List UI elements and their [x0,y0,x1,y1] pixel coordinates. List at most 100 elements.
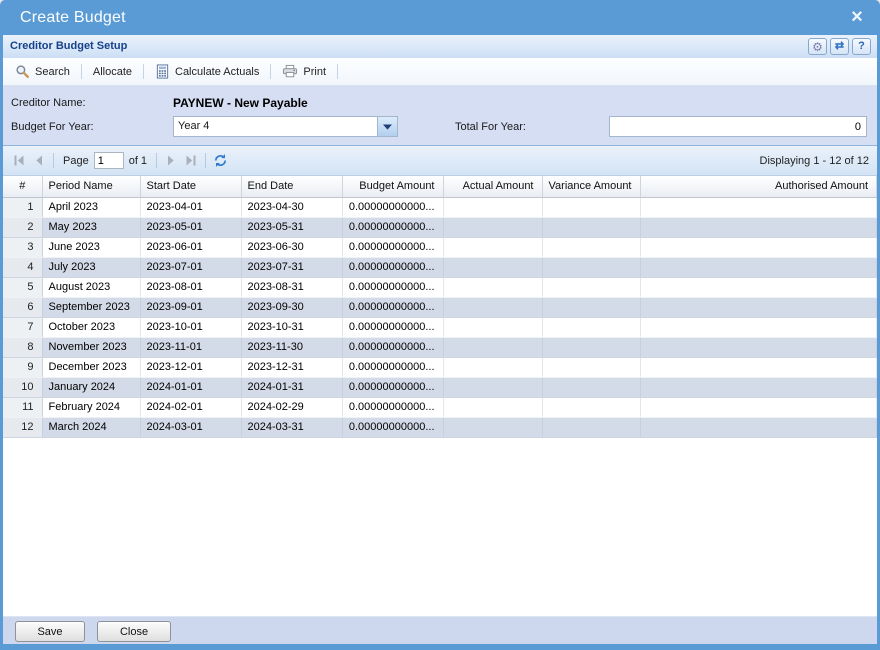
cell-actual-amount [443,237,542,257]
cell-budget-amount: 0.00000000000... [342,417,443,437]
column-header-period-name[interactable]: Period Name [42,176,140,197]
calculator-icon [155,64,170,79]
cell-period-name: June 2023 [42,237,140,257]
table-row[interactable]: 4July 20232023-07-012023-07-310.00000000… [3,257,877,277]
column-header-start-date[interactable]: Start Date [140,176,241,197]
table-row[interactable]: 10January 20242024-01-012024-01-310.0000… [3,377,877,397]
table-row[interactable]: 9December 20232023-12-012023-12-310.0000… [3,357,877,377]
column-header-end-date[interactable]: End Date [241,176,342,197]
table-row[interactable]: 12March 20242024-03-012024-03-310.000000… [3,417,877,437]
save-button[interactable]: Save [15,621,85,642]
table-row[interactable]: 1April 20232023-04-012023-04-300.0000000… [3,197,877,217]
cell-start-date: 2024-02-01 [140,397,241,417]
cell-end-date: 2023-09-30 [241,297,342,317]
search-button[interactable]: Search [7,61,78,82]
close-button[interactable]: Close [97,621,171,642]
cell-actual-amount [443,277,542,297]
allocate-button[interactable]: Allocate [85,63,140,81]
cell-end-date: 2023-12-31 [241,357,342,377]
allocate-button-label: Allocate [93,66,132,78]
cell-row-number: 6 [3,297,42,317]
cell-end-date: 2023-07-31 [241,257,342,277]
cell-start-date: 2023-12-01 [140,357,241,377]
window-content: Creditor Budget Setup ⚙ ⇄ ? [3,35,877,644]
cell-variance-amount [542,277,640,297]
cell-authorised-amount [640,377,877,397]
cell-period-name: November 2023 [42,337,140,357]
budget-for-year-label: Budget For Year: [11,121,94,133]
table-row[interactable]: 11February 20242024-02-012024-02-290.000… [3,397,877,417]
prev-page-icon [32,154,46,167]
help-button[interactable]: ? [852,38,871,55]
cell-start-date: 2023-09-01 [140,297,241,317]
page-number-input[interactable] [94,152,124,169]
cell-budget-amount: 0.00000000000... [342,377,443,397]
cell-budget-amount: 0.00000000000... [342,197,443,217]
cell-budget-amount: 0.00000000000... [342,397,443,417]
cell-authorised-amount [640,237,877,257]
cell-row-number: 4 [3,257,42,277]
cell-actual-amount [443,257,542,277]
gear-icon: ⚙ [812,41,823,53]
last-page-button[interactable] [181,151,201,171]
cell-period-name: April 2023 [42,197,140,217]
cell-period-name: February 2024 [42,397,140,417]
refresh-button-small[interactable]: ⇄ [830,38,849,55]
help-icon: ? [858,41,865,52]
column-header-authorised-amount[interactable]: Authorised Amount [640,176,877,197]
table-row[interactable]: 8November 20232023-11-012023-11-300.0000… [3,337,877,357]
cell-authorised-amount [640,197,877,217]
paging-separator [156,153,157,168]
cell-actual-amount [443,397,542,417]
next-page-button[interactable] [161,151,181,171]
first-page-icon [12,154,26,167]
table-row[interactable]: 2May 20232023-05-012023-05-310.000000000… [3,217,877,237]
cell-period-name: August 2023 [42,277,140,297]
budget-table: # Period Name Start Date End Date Budget… [3,176,877,438]
paging-separator [205,153,206,168]
cell-end-date: 2024-02-29 [241,397,342,417]
first-page-button[interactable] [9,151,29,171]
cell-start-date: 2023-07-01 [140,257,241,277]
window-titlebar: Create Budget × [0,0,880,35]
print-button[interactable]: Print [274,61,334,82]
total-for-year-input[interactable] [609,116,867,137]
combo-trigger-button[interactable] [377,117,397,136]
refresh-button[interactable] [210,151,230,171]
header-row: # Period Name Start Date End Date Budget… [3,176,877,197]
cell-variance-amount [542,197,640,217]
cell-start-date: 2023-08-01 [140,277,241,297]
cell-authorised-amount [640,357,877,377]
table-row[interactable]: 6September 20232023-09-012023-09-300.000… [3,297,877,317]
cell-row-number: 3 [3,237,42,257]
cell-period-name: October 2023 [42,317,140,337]
cell-actual-amount [443,377,542,397]
cell-budget-amount: 0.00000000000... [342,357,443,377]
cell-start-date: 2023-04-01 [140,197,241,217]
cell-period-name: January 2024 [42,377,140,397]
table-row[interactable]: 3June 20232023-06-012023-06-300.00000000… [3,237,877,257]
prev-page-button[interactable] [29,151,49,171]
column-header-actual-amount[interactable]: Actual Amount [443,176,542,197]
cell-end-date: 2023-06-30 [241,237,342,257]
cell-variance-amount [542,217,640,237]
column-header-variance-amount[interactable]: Variance Amount [542,176,640,197]
cell-budget-amount: 0.00000000000... [342,257,443,277]
calculate-actuals-button[interactable]: Calculate Actuals [147,61,267,82]
paging-separator [53,153,54,168]
settings-button[interactable]: ⚙ [808,38,827,55]
column-header-budget-amount[interactable]: Budget Amount [342,176,443,197]
table-row[interactable]: 7October 20232023-10-012023-10-310.00000… [3,317,877,337]
table-row[interactable]: 5August 20232023-08-012023-08-310.000000… [3,277,877,297]
budget-year-combobox[interactable]: Year 4 [173,116,398,137]
cell-budget-amount: 0.00000000000... [342,297,443,317]
page-label: Page [63,155,89,167]
cell-period-name: December 2023 [42,357,140,377]
cell-budget-amount: 0.00000000000... [342,337,443,357]
cell-actual-amount [443,337,542,357]
column-header-row-number[interactable]: # [3,176,42,197]
cell-row-number: 11 [3,397,42,417]
cell-variance-amount [542,237,640,257]
close-icon[interactable]: × [846,6,868,28]
cell-row-number: 10 [3,377,42,397]
